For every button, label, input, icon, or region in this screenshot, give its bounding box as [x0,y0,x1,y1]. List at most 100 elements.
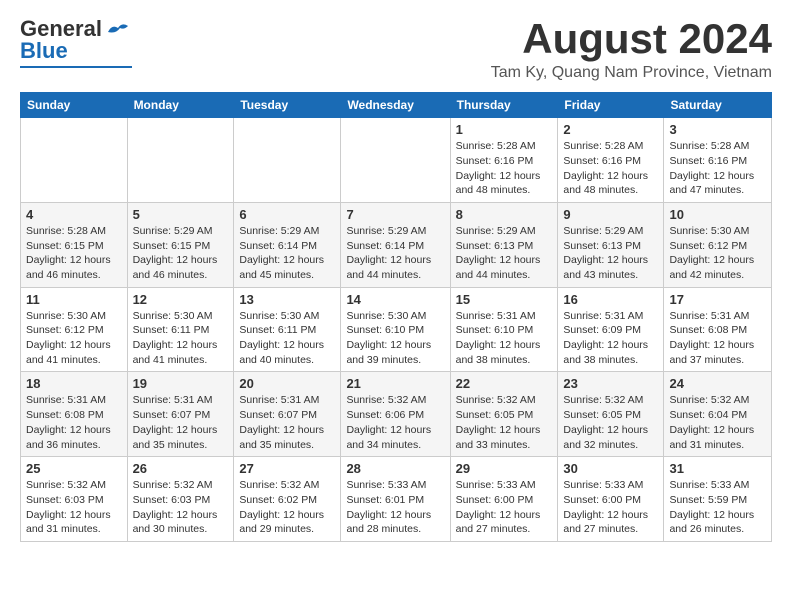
weekday-thursday: Thursday [450,93,558,118]
day-info: Sunrise: 5:32 AM Sunset: 6:04 PM Dayligh… [669,393,766,452]
day-number: 21 [346,376,444,391]
day-info: Sunrise: 5:32 AM Sunset: 6:06 PM Dayligh… [346,393,444,452]
day-info: Sunrise: 5:32 AM Sunset: 6:05 PM Dayligh… [563,393,658,452]
day-cell: 22 Sunrise: 5:32 AM Sunset: 6:05 PM Dayli… [450,372,558,457]
day-cell: 3Sunrise: 5:28 AM Sunset: 6:16 PM Daylig… [664,118,772,203]
day-number: 11 [26,292,122,307]
calendar-table: SundayMondayTuesdayWednesdayThursdayFrid… [20,92,772,542]
day-number: 30 [563,461,658,476]
week-row-1: 1 Sunrise: 5:28 AM Sunset: 6:16 PM Daylig… [21,118,772,203]
day-cell: 13 Sunrise: 5:30 AM Sunset: 6:11 PM Dayli… [234,287,341,372]
day-info: Sunrise: 5:29 AM Sunset: 6:13 PM Dayligh… [456,224,553,283]
header: General Blue August 2024 Tam Ky, Quang N… [20,16,772,82]
day-cell: 10Sunrise: 5:30 AM Sunset: 6:12 PM Dayli… [664,202,772,287]
month-year: August 2024 [491,16,772,62]
day-number: 16 [563,292,658,307]
day-info: Sunrise: 5:31 AM Sunset: 6:09 PM Dayligh… [563,309,658,368]
day-info: Sunrise: 5:31 AM Sunset: 6:07 PM Dayligh… [239,393,335,452]
day-info: Sunrise: 5:29 AM Sunset: 6:15 PM Dayligh… [133,224,229,283]
day-cell: 4Sunrise: 5:28 AM Sunset: 6:15 PM Daylig… [21,202,128,287]
weekday-friday: Friday [558,93,664,118]
day-number: 22 [456,376,553,391]
day-cell: 9 Sunrise: 5:29 AM Sunset: 6:13 PM Daylig… [558,202,664,287]
day-cell: 7 Sunrise: 5:29 AM Sunset: 6:14 PM Daylig… [341,202,450,287]
day-info: Sunrise: 5:30 AM Sunset: 6:11 PM Dayligh… [239,309,335,368]
day-cell [127,118,234,203]
weekday-wednesday: Wednesday [341,93,450,118]
day-number: 3 [669,122,766,137]
day-number: 29 [456,461,553,476]
day-cell [21,118,128,203]
weekday-monday: Monday [127,93,234,118]
day-number: 8 [456,207,553,222]
day-info: Sunrise: 5:29 AM Sunset: 6:13 PM Dayligh… [563,224,658,283]
day-cell: 18 Sunrise: 5:31 AM Sunset: 6:08 PM Dayli… [21,372,128,457]
day-info: Sunrise: 5:29 AM Sunset: 6:14 PM Dayligh… [239,224,335,283]
day-info: Sunrise: 5:32 AM Sunset: 6:03 PM Dayligh… [26,478,122,537]
day-cell: 20Sunrise: 5:31 AM Sunset: 6:07 PM Dayli… [234,372,341,457]
logo: General Blue [20,16,132,68]
day-cell [341,118,450,203]
calendar-body: 1 Sunrise: 5:28 AM Sunset: 6:16 PM Daylig… [21,118,772,542]
day-info: Sunrise: 5:31 AM Sunset: 6:08 PM Dayligh… [669,309,766,368]
day-cell: 11 Sunrise: 5:30 AM Sunset: 6:12 PM Dayli… [21,287,128,372]
day-info: Sunrise: 5:29 AM Sunset: 6:14 PM Dayligh… [346,224,444,283]
week-row-5: 25 Sunrise: 5:32 AM Sunset: 6:03 PM Dayli… [21,457,772,542]
day-number: 17 [669,292,766,307]
day-cell: 8 Sunrise: 5:29 AM Sunset: 6:13 PM Daylig… [450,202,558,287]
logo-blue: Blue [20,38,68,64]
day-number: 1 [456,122,553,137]
day-cell: 23Sunrise: 5:32 AM Sunset: 6:05 PM Dayli… [558,372,664,457]
day-info: Sunrise: 5:32 AM Sunset: 6:02 PM Dayligh… [239,478,335,537]
day-cell: 19Sunrise: 5:31 AM Sunset: 6:07 PM Dayli… [127,372,234,457]
day-info: Sunrise: 5:30 AM Sunset: 6:12 PM Dayligh… [669,224,766,283]
day-info: Sunrise: 5:33 AM Sunset: 5:59 PM Dayligh… [669,478,766,537]
day-cell: 6 Sunrise: 5:29 AM Sunset: 6:14 PM Daylig… [234,202,341,287]
day-number: 28 [346,461,444,476]
day-number: 26 [133,461,229,476]
weekday-sunday: Sunday [21,93,128,118]
day-info: Sunrise: 5:32 AM Sunset: 6:05 PM Dayligh… [456,393,553,452]
day-cell: 31 Sunrise: 5:33 AM Sunset: 5:59 PM Dayli… [664,457,772,542]
day-number: 13 [239,292,335,307]
week-row-2: 4Sunrise: 5:28 AM Sunset: 6:15 PM Daylig… [21,202,772,287]
day-cell: 26 Sunrise: 5:32 AM Sunset: 6:03 PM Dayli… [127,457,234,542]
day-number: 9 [563,207,658,222]
logo-bird-icon [104,18,132,40]
day-number: 31 [669,461,766,476]
day-cell: 27 Sunrise: 5:32 AM Sunset: 6:02 PM Dayli… [234,457,341,542]
day-cell: 15Sunrise: 5:31 AM Sunset: 6:10 PM Dayli… [450,287,558,372]
day-number: 25 [26,461,122,476]
day-cell: 2 Sunrise: 5:28 AM Sunset: 6:16 PM Daylig… [558,118,664,203]
day-number: 4 [26,207,122,222]
weekday-header-row: SundayMondayTuesdayWednesdayThursdayFrid… [21,93,772,118]
weekday-tuesday: Tuesday [234,93,341,118]
week-row-3: 11 Sunrise: 5:30 AM Sunset: 6:12 PM Dayli… [21,287,772,372]
day-cell: 14 Sunrise: 5:30 AM Sunset: 6:10 PM Dayli… [341,287,450,372]
logo-underline [20,66,132,68]
day-info: Sunrise: 5:33 AM Sunset: 6:01 PM Dayligh… [346,478,444,537]
day-info: Sunrise: 5:31 AM Sunset: 6:07 PM Dayligh… [133,393,229,452]
day-info: Sunrise: 5:32 AM Sunset: 6:03 PM Dayligh… [133,478,229,537]
day-number: 18 [26,376,122,391]
location: Tam Ky, Quang Nam Province, Vietnam [491,64,772,82]
weekday-saturday: Saturday [664,93,772,118]
day-number: 6 [239,207,335,222]
day-info: Sunrise: 5:28 AM Sunset: 6:16 PM Dayligh… [456,139,553,198]
day-number: 14 [346,292,444,307]
day-info: Sunrise: 5:30 AM Sunset: 6:12 PM Dayligh… [26,309,122,368]
week-row-4: 18 Sunrise: 5:31 AM Sunset: 6:08 PM Dayli… [21,372,772,457]
day-info: Sunrise: 5:31 AM Sunset: 6:10 PM Dayligh… [456,309,553,368]
day-info: Sunrise: 5:31 AM Sunset: 6:08 PM Dayligh… [26,393,122,452]
day-number: 27 [239,461,335,476]
day-cell: 30Sunrise: 5:33 AM Sunset: 6:00 PM Dayli… [558,457,664,542]
day-number: 2 [563,122,658,137]
day-info: Sunrise: 5:30 AM Sunset: 6:10 PM Dayligh… [346,309,444,368]
day-info: Sunrise: 5:28 AM Sunset: 6:16 PM Dayligh… [563,139,658,198]
day-number: 7 [346,207,444,222]
day-cell: 12Sunrise: 5:30 AM Sunset: 6:11 PM Dayli… [127,287,234,372]
day-number: 24 [669,376,766,391]
day-cell: 1 Sunrise: 5:28 AM Sunset: 6:16 PM Daylig… [450,118,558,203]
day-cell: 17 Sunrise: 5:31 AM Sunset: 6:08 PM Dayli… [664,287,772,372]
day-info: Sunrise: 5:33 AM Sunset: 6:00 PM Dayligh… [456,478,553,537]
